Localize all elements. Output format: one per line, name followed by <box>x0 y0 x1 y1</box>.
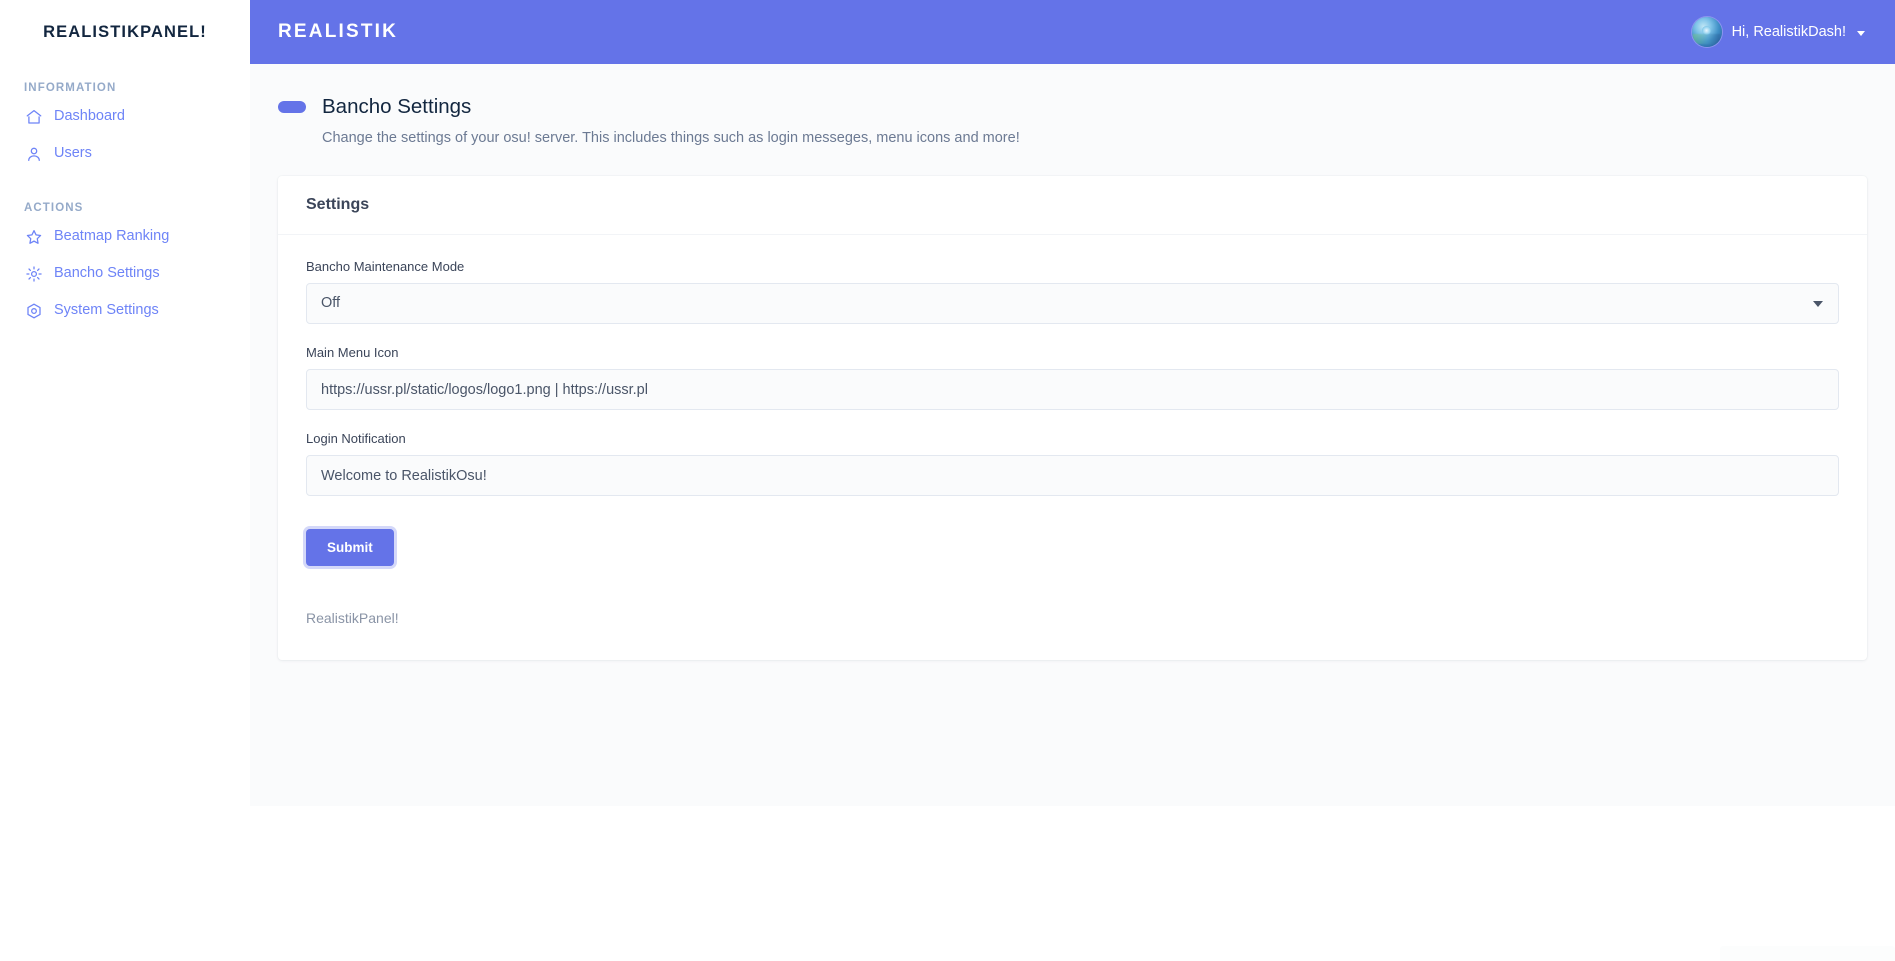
sidebar: REALISTIKPANEL! INFORMATION Dashboard Us… <box>0 0 250 961</box>
card-header: Settings <box>278 176 1867 236</box>
sidebar-item-label: Dashboard <box>54 108 125 125</box>
sidebar-heading-actions: ACTIONS <box>24 202 84 214</box>
field-bancho-maintenance-mode: Bancho Maintenance Mode Off On <box>306 259 1839 325</box>
page-subtitle: Change the settings of your osu! server.… <box>322 129 1020 146</box>
app-root: REALISTIKPANEL! INFORMATION Dashboard Us… <box>0 0 1895 961</box>
user-menu-dropdown[interactable]: Hi, RealistikDash! <box>1691 17 1867 47</box>
sidebar-item-dashboard[interactable]: Dashboard <box>0 98 250 135</box>
chevron-down-icon <box>1857 30 1865 36</box>
pill-icon <box>278 101 306 114</box>
topbar-brand: REALISTIK <box>278 21 399 42</box>
avatar <box>1691 17 1722 47</box>
page-header: Bancho Settings Change the settings of y… <box>250 64 1895 147</box>
home-icon <box>24 107 43 126</box>
card-body: Bancho Maintenance Mode Off On Main Menu… <box>278 235 1867 660</box>
hexagon-icon <box>24 301 43 320</box>
user-icon <box>24 144 43 163</box>
field-label: Bancho Maintenance Mode <box>306 259 465 275</box>
sidebar-brand: REALISTIKPANEL! <box>43 22 207 41</box>
sidebar-item-bancho-settings[interactable]: Bancho Settings <box>0 255 250 292</box>
card-footer-text: RealistikPanel! <box>306 610 399 627</box>
sidebar-item-users[interactable]: Users <box>0 135 250 172</box>
field-label: Login Notification <box>306 431 406 447</box>
bottom-edge-artifact <box>1720 946 1895 961</box>
sidebar-item-label: System Settings <box>54 302 159 319</box>
bancho-maintenance-mode-select[interactable]: Off On <box>306 283 1839 325</box>
field-main-menu-icon: Main Menu Icon <box>306 345 1839 411</box>
card-title: Settings <box>306 196 370 214</box>
main-content: Bancho Settings Change the settings of y… <box>250 64 1895 806</box>
sidebar-item-label: Users <box>54 145 92 162</box>
page-title: Bancho Settings <box>322 95 472 118</box>
sidebar-item-label: Beatmap Ranking <box>54 228 170 245</box>
sidebar-item-label: Bancho Settings <box>54 265 160 282</box>
star-icon <box>24 227 43 246</box>
sidebar-heading-information: INFORMATION <box>24 82 117 94</box>
submit-button[interactable]: Submit <box>306 529 394 567</box>
field-label: Main Menu Icon <box>306 345 399 361</box>
settings-card: Settings Bancho Maintenance Mode Off On … <box>278 176 1867 661</box>
select-wrapper: Off On <box>306 283 1839 325</box>
page-title-row: Bancho Settings <box>278 95 1867 119</box>
user-greeting: Hi, RealistikDash! <box>1731 23 1846 40</box>
main-menu-icon-input[interactable] <box>306 369 1839 411</box>
field-login-notification: Login Notification <box>306 431 1839 497</box>
gear-icon <box>24 264 43 283</box>
sidebar-item-system-settings[interactable]: System Settings <box>0 292 250 329</box>
login-notification-input[interactable] <box>306 455 1839 497</box>
top-navbar: REALISTIK Hi, RealistikDash! <box>250 0 1895 64</box>
sidebar-item-beatmap-ranking[interactable]: Beatmap Ranking <box>0 218 250 255</box>
